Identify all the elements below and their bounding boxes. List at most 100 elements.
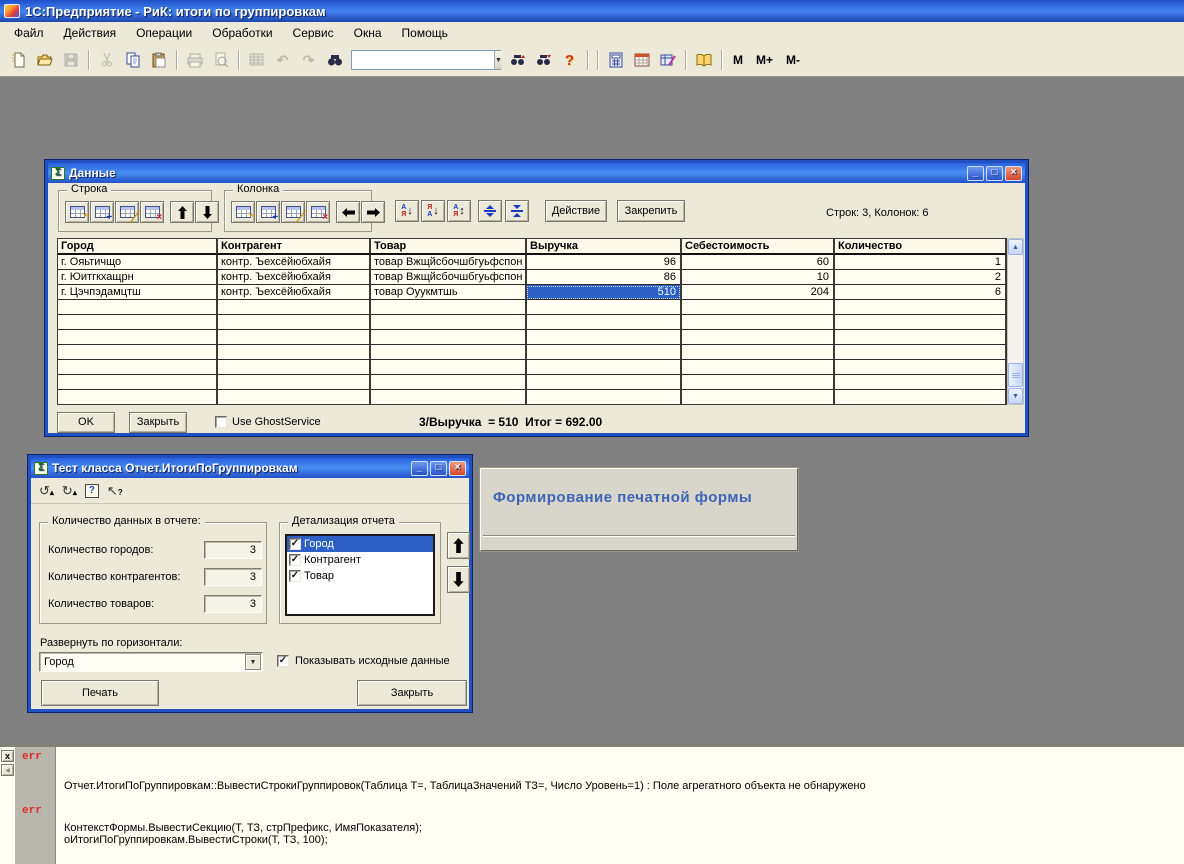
cell-contractor[interactable]: контр. Ъехсёйюбхайя <box>217 285 370 300</box>
formula-calculation-icon[interactable] <box>655 48 680 72</box>
cell-product[interactable]: товар Оуукмтшь <box>370 285 526 300</box>
close-button[interactable]: × <box>449 461 466 476</box>
empty-table-row[interactable] <box>58 360 1006 375</box>
action-button[interactable]: Действие <box>545 200 607 222</box>
error-scroll-left-icon[interactable]: ◀ <box>1 764 14 776</box>
add-row-button[interactable]: + <box>90 201 114 223</box>
chevron-down-icon[interactable]: ▼ <box>494 51 502 69</box>
checked-checkbox[interactable]: ✓ <box>289 554 301 566</box>
menu-help[interactable]: Помощь <box>392 23 458 43</box>
move-row-up-button[interactable] <box>170 201 194 223</box>
test-window-titlebar[interactable]: Σ Тест класса Отчет.ИтогиПоГруппировкам … <box>31 458 469 478</box>
sort-ascending-button[interactable]: АЯ↓ <box>395 200 419 222</box>
help-icon[interactable]: ? <box>85 484 99 498</box>
products-count-field[interactable]: 3 <box>204 595 262 613</box>
move-column-left-button[interactable] <box>336 201 360 223</box>
empty-table-row[interactable] <box>58 345 1006 360</box>
delete-column-button[interactable]: × <box>306 201 330 223</box>
scroll-up-icon[interactable]: ▲ <box>1008 239 1023 255</box>
cell-cost[interactable]: 204 <box>681 285 834 300</box>
collapse-groups-button[interactable] <box>505 200 529 222</box>
search-input[interactable] <box>352 52 494 68</box>
find-next-icon[interactable] <box>505 48 530 72</box>
methods-book-icon[interactable] <box>691 48 716 72</box>
cell-revenue[interactable]: 96 <box>526 255 681 270</box>
edit-row-button[interactable]: ╱ <box>115 201 139 223</box>
cell-contractor[interactable]: контр. Ъехсёйюбхайя <box>217 255 370 270</box>
menu-processing[interactable]: Обработки <box>202 23 282 43</box>
column-header-product[interactable]: Товар <box>370 239 526 255</box>
menu-file[interactable]: Файл <box>4 23 54 43</box>
main-titlebar[interactable]: 1С:Предприятие - РиК: итоги по группиров… <box>0 0 1184 22</box>
menu-actions[interactable]: Действия <box>54 23 127 43</box>
list-item-city[interactable]: ✓ Город <box>287 536 433 552</box>
insert-row-button[interactable]: * <box>65 201 89 223</box>
memory-subtract-button[interactable]: M- <box>780 51 806 69</box>
scrollbar-thumb[interactable] <box>1008 363 1023 387</box>
cell-quantity[interactable]: 1 <box>834 255 1006 270</box>
checked-checkbox[interactable]: ✓ <box>289 538 301 550</box>
list-item-product[interactable]: ✓ Товар <box>287 568 433 584</box>
vertical-scrollbar[interactable]: ▲ ▼ <box>1007 238 1024 405</box>
data-table[interactable]: Город Контрагент Товар Выручка Себестоим… <box>57 238 1007 405</box>
pin-button[interactable]: Закрепить <box>617 200 685 222</box>
cell-city[interactable]: г. Ояьтичщо <box>58 255 217 270</box>
close-data-button[interactable]: Закрыть <box>129 412 187 433</box>
chevron-down-icon[interactable]: ▼ <box>245 654 261 670</box>
cities-count-field[interactable]: 3 <box>204 541 262 559</box>
add-column-button[interactable]: + <box>256 201 280 223</box>
context-help-icon[interactable]: ↖? <box>107 484 123 497</box>
close-test-button[interactable]: Закрыть <box>357 680 467 706</box>
move-row-down-button[interactable] <box>195 201 219 223</box>
data-window-titlebar[interactable]: Σ Данные _ □ × <box>48 163 1025 183</box>
empty-table-row[interactable] <box>58 390 1006 405</box>
delete-row-button[interactable]: × <box>140 201 164 223</box>
print-button[interactable]: Печать <box>41 680 159 706</box>
table-row[interactable]: г. Ояьтичщо контр. Ъехсёйюбхайя товар Вж… <box>58 255 1006 270</box>
empty-table-row[interactable] <box>58 300 1006 315</box>
calculator-icon[interactable] <box>603 48 628 72</box>
cell-cost[interactable]: 60 <box>681 255 834 270</box>
expand-groups-button[interactable] <box>478 200 502 222</box>
search-combobox[interactable]: ▼ <box>351 50 501 70</box>
cell-city[interactable]: г. Цэчпэдамцтш <box>58 285 217 300</box>
column-header-cost[interactable]: Себестоимость <box>681 239 834 255</box>
menu-operations[interactable]: Операции <box>126 23 202 43</box>
refresh-data-icon[interactable]: ↺▴ <box>39 484 54 497</box>
detail-listbox[interactable]: ✓ Город ✓ Контрагент ✓ Товар <box>285 534 435 616</box>
insert-column-button[interactable]: * <box>231 201 255 223</box>
column-header-quantity[interactable]: Количество <box>834 239 1006 255</box>
cell-quantity[interactable]: 2 <box>834 270 1006 285</box>
new-document-icon[interactable] <box>6 48 31 72</box>
column-header-revenue[interactable]: Выручка <box>526 239 681 255</box>
scroll-down-icon[interactable]: ▼ <box>1008 388 1023 404</box>
expand-horizontal-combobox[interactable]: Город ▼ <box>39 652 263 672</box>
memory-add-button[interactable]: M+ <box>750 51 779 69</box>
minimize-button[interactable]: _ <box>411 461 428 476</box>
calendar-icon[interactable] <box>629 48 654 72</box>
cell-revenue[interactable]: 86 <box>526 270 681 285</box>
open-icon[interactable] <box>32 48 57 72</box>
paste-icon[interactable] <box>146 48 171 72</box>
sort-descending-button[interactable]: ЯА↓ <box>421 200 445 222</box>
menu-windows[interactable]: Окна <box>344 23 392 43</box>
close-button[interactable]: × <box>1005 166 1022 181</box>
find-icon[interactable] <box>322 48 347 72</box>
cell-quantity[interactable]: 6 <box>834 285 1006 300</box>
list-item-contractor[interactable]: ✓ Контрагент <box>287 552 433 568</box>
table-row[interactable]: г. Цэчпэдамцтш контр. Ъехсёйюбхайя товар… <box>58 285 1006 300</box>
move-item-down-button[interactable] <box>447 566 470 593</box>
update-report-icon[interactable]: ↻▴ <box>62 484 77 497</box>
copy-icon[interactable] <box>120 48 145 72</box>
empty-table-row[interactable] <box>58 315 1006 330</box>
memory-recall-button[interactable]: M <box>727 51 749 69</box>
sort-custom-button[interactable]: АЯ↕ <box>447 200 471 222</box>
move-column-right-button[interactable] <box>361 201 385 223</box>
selected-cell-revenue[interactable]: 510 <box>526 285 681 300</box>
ok-button[interactable]: OK <box>57 412 115 433</box>
cell-city[interactable]: г. Юитгкхащрн <box>58 270 217 285</box>
menu-service[interactable]: Сервис <box>283 23 344 43</box>
move-item-up-button[interactable] <box>447 532 470 559</box>
show-source-checkbox[interactable]: ✓ <box>277 655 289 667</box>
checked-checkbox[interactable]: ✓ <box>289 570 301 582</box>
